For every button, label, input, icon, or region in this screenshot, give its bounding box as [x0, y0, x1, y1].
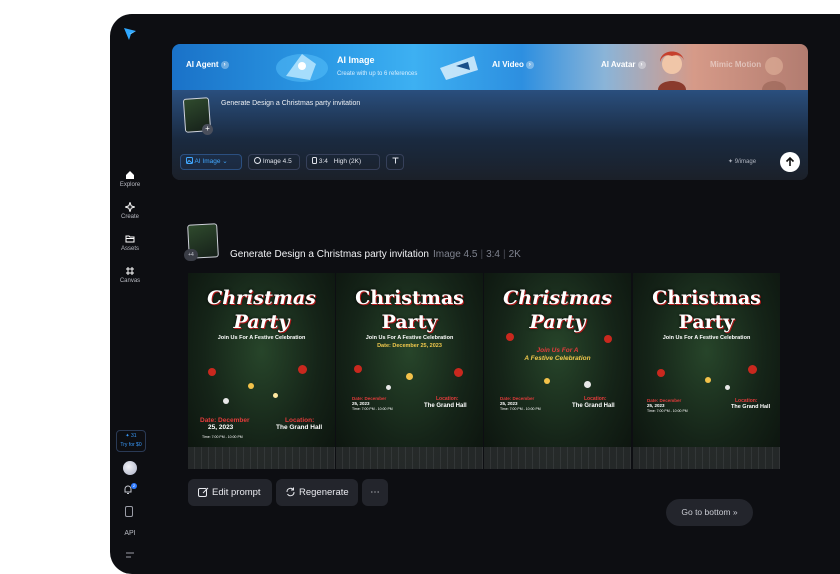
sidebar-item-assets[interactable]: Assets [110, 234, 150, 252]
tab-ai-image[interactable]: AI Image [337, 55, 375, 65]
prompt-input[interactable]: Generate Design a Christmas party invita… [221, 100, 360, 107]
sparkle-icon [125, 202, 135, 212]
canvas-icon [126, 267, 134, 275]
logo-icon[interactable] [122, 26, 138, 42]
more-options-button[interactable]: ⋯ [362, 479, 388, 506]
mode-select[interactable]: AI Image ⌄ [180, 154, 242, 170]
result-image-grid: Christmas Party Join Us For A Festive Ce… [188, 273, 780, 469]
go-to-bottom-button[interactable]: Go to bottom » [666, 499, 753, 526]
menu-icon[interactable] [125, 551, 135, 559]
more-icon: ⋯ [370, 487, 380, 498]
chevron-right-icon: › [637, 61, 646, 69]
tab-mimic-motion[interactable]: Mimic Motion [710, 60, 761, 69]
sidebar-item-label: Canvas [119, 278, 141, 284]
sidebar-item-label: Assets [120, 246, 139, 252]
mobile-icon[interactable] [125, 506, 133, 517]
refresh-icon [286, 487, 295, 497]
sidebar-item-explore[interactable]: Explore [110, 170, 150, 188]
chevron-down-icon: ⌄ [222, 158, 228, 165]
ai-image-subtitle: Create with up to 6 references [337, 71, 418, 77]
edit-prompt-button[interactable]: Edit prompt [188, 479, 272, 506]
ai-video-illustration-icon [440, 56, 478, 80]
add-reference-button[interactable]: + [202, 124, 213, 135]
text-icon [392, 157, 398, 164]
result-image-4[interactable]: Christmas Party Join Us For A Festive Ce… [633, 273, 780, 469]
api-link[interactable]: API [110, 530, 150, 537]
home-icon [126, 171, 134, 179]
sidebar: Explore Create Assets Canvas ✦ 31 Try fo… [110, 14, 150, 574]
credits-count: ✦ 31 [125, 433, 137, 439]
tab-ai-avatar[interactable]: AI Avatar › [601, 60, 646, 69]
result-image-1[interactable]: Christmas Party Join Us For A Festive Ce… [188, 273, 335, 469]
sidebar-item-canvas[interactable]: Canvas [110, 266, 150, 284]
regenerate-button[interactable]: Regenerate [276, 479, 358, 506]
folder-icon [125, 235, 135, 243]
tab-ai-agent[interactable]: AI Agent › [186, 60, 229, 69]
try-label: Try for $0 [120, 442, 142, 448]
arrow-up-icon [785, 156, 795, 166]
ratio-icon [312, 157, 317, 164]
ratio-quality-select[interactable]: 3:4 High (2K) [306, 154, 380, 170]
chevron-right-icon: › [525, 61, 534, 69]
mode-banner: AI Agent › AI Image Create with up to 6 r… [172, 44, 808, 90]
avatar[interactable] [123, 461, 137, 475]
chevron-right-icon: › [220, 61, 229, 69]
result-title: Generate Design a Christmas party invita… [230, 249, 521, 260]
text-format-button[interactable] [386, 154, 404, 170]
model-select[interactable]: Image 4.5 [248, 154, 300, 170]
composer-panel: AI Agent › AI Image Create with up to 6 r… [172, 44, 808, 180]
prompt-area: + Generate Design a Christmas party invi… [172, 90, 808, 180]
app-window: Explore Create Assets Canvas ✦ 31 Try fo… [110, 14, 840, 574]
notification-badge: 2 [131, 483, 137, 489]
cost-per-image: ✦ 9/image [728, 159, 757, 165]
result-image-2[interactable]: Christmas Party Join Us For A Festive Ce… [336, 273, 483, 469]
try-free-button[interactable]: ✦ 31 Try for $0 [116, 430, 146, 452]
sidebar-item-label: Create [120, 214, 139, 220]
mimic-motion-illustration-icon [762, 57, 786, 90]
sidebar-item-create[interactable]: Create [110, 202, 150, 220]
ai-image-illustration-icon [276, 54, 328, 82]
reference-count-badge: +4 [184, 249, 198, 261]
send-button[interactable] [780, 152, 800, 172]
ai-avatar-illustration-icon [658, 51, 686, 90]
sidebar-item-label: Explore [119, 182, 141, 188]
image-icon [186, 157, 193, 164]
result-image-3[interactable]: Christmas Party Join Us For A A Festive … [484, 273, 631, 469]
tab-ai-video[interactable]: AI Video › [492, 60, 534, 69]
model-icon [254, 157, 261, 164]
edit-icon [198, 487, 209, 497]
